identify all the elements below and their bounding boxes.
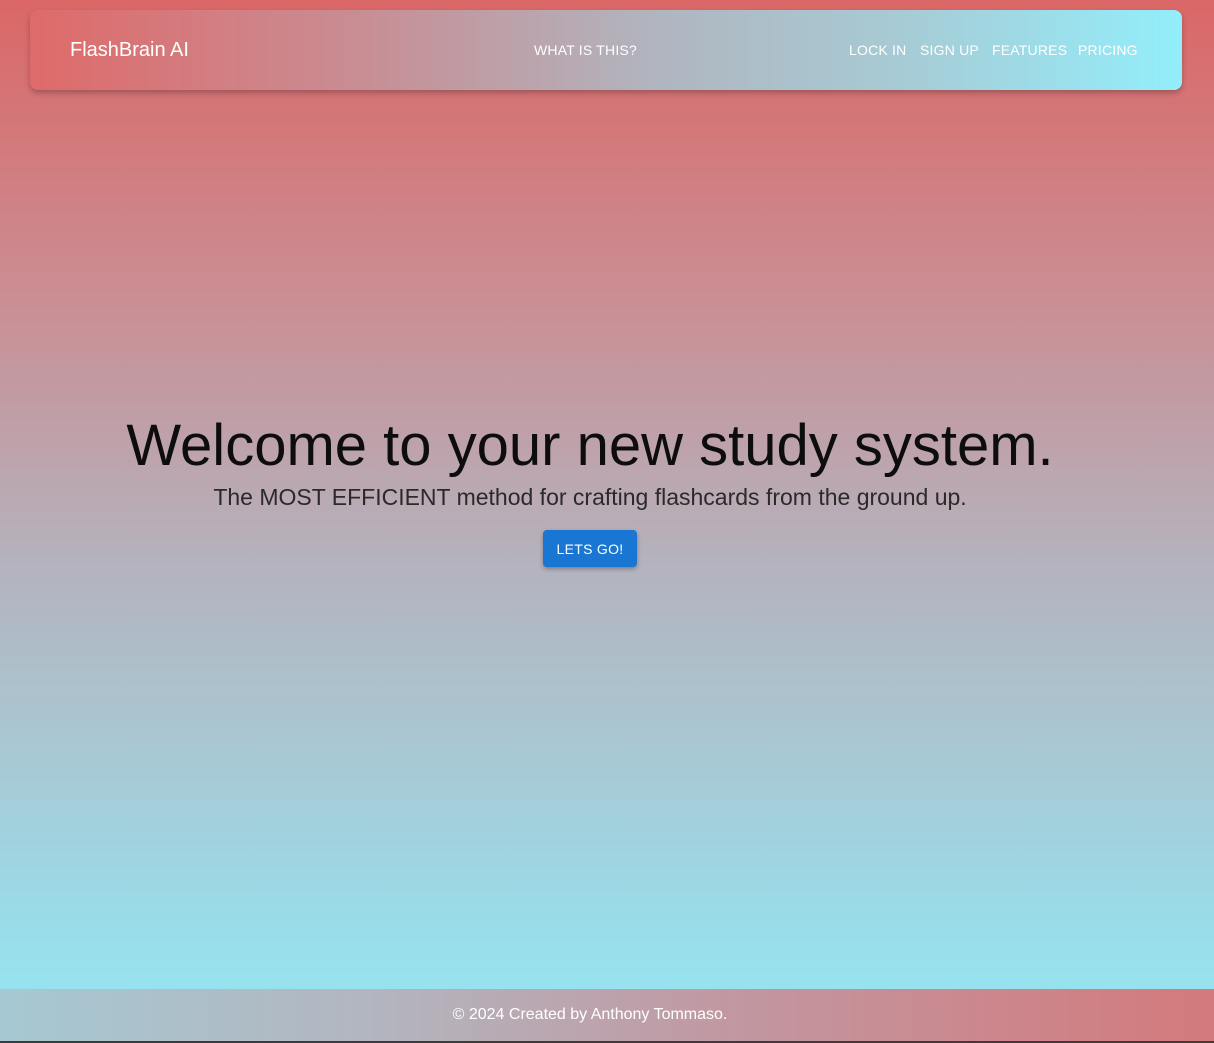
hero-title: Welcome to your new study system. [126,413,1054,478]
footer-copyright: © 2024 Created by Anthony Tommaso. [452,1006,728,1023]
hero-section: Welcome to your new study system. The MO… [0,410,1180,512]
nav-link-lock-in[interactable]: LOCK IN [849,41,906,59]
hero-subtitle: The MOST EFFICIENT method for crafting f… [213,484,967,510]
brand-logo-text[interactable]: FlashBrain AI [70,38,189,62]
nav-link-sign-up[interactable]: SIGN UP [920,41,979,59]
nav-link-pricing[interactable]: PRICING [1078,41,1138,59]
nav-link-features[interactable]: FEATURES [992,41,1067,59]
page-footer: © 2024 Created by Anthony Tommaso. [0,989,1214,1041]
lets-go-button[interactable]: LETS GO! [543,530,637,567]
top-navbar: FlashBrain AI WHAT IS THIS? LOCK IN SIGN… [30,10,1182,90]
nav-link-what-is-this[interactable]: WHAT IS THIS? [534,41,637,59]
